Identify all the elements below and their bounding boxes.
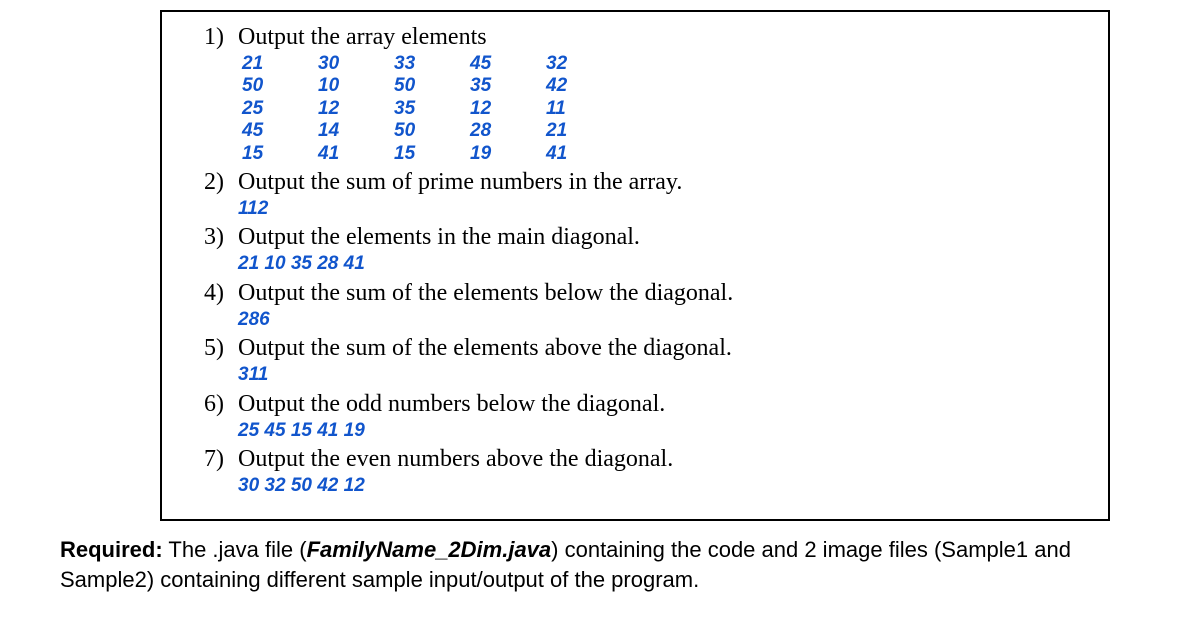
item-prompt: 4)Output the sum of the elements below t… — [192, 280, 1078, 307]
matrix-cell: 35 — [466, 75, 542, 97]
matrix-cell: 14 — [314, 120, 390, 142]
matrix-cell: 42 — [542, 75, 618, 97]
requirements-text: Required: The .java file (FamilyName_2Di… — [60, 535, 1140, 594]
matrix-cell: 30 — [314, 53, 390, 75]
item-number: 1) — [192, 24, 238, 51]
item-number: 5) — [192, 335, 238, 362]
item-number: 4) — [192, 280, 238, 307]
item-text: Output the sum of prime numbers in the a… — [238, 169, 682, 196]
matrix-cell: 35 — [390, 98, 466, 120]
item-output: 21 10 35 28 41 — [238, 253, 1078, 275]
matrix-cell: 19 — [466, 143, 542, 165]
item-prompt: 7)Output the even numbers above the diag… — [192, 446, 1078, 473]
item-output: 311 — [238, 364, 1078, 386]
matrix-cell: 50 — [238, 75, 314, 97]
footer-filename: FamilyName_2Dim.java — [307, 537, 552, 562]
matrix-cell: 28 — [466, 120, 542, 142]
item-text: Output the sum of the elements above the… — [238, 335, 732, 362]
item-text: Output the odd numbers below the diagona… — [238, 391, 665, 418]
matrix-cell: 45 — [238, 120, 314, 142]
item-number: 2) — [192, 169, 238, 196]
matrix-cell: 33 — [390, 53, 466, 75]
exercise-box: 1)Output the array elements2130334532501… — [160, 10, 1110, 521]
item-text: Output the even numbers above the diagon… — [238, 446, 673, 473]
matrix-cell: 21 — [238, 53, 314, 75]
matrix-cell: 11 — [542, 98, 618, 120]
matrix-cell: 41 — [542, 143, 618, 165]
matrix-row: 1541151941 — [238, 143, 1078, 165]
matrix-cell: 41 — [314, 143, 390, 165]
matrix-row: 5010503542 — [238, 75, 1078, 97]
item-prompt: 5)Output the sum of the elements above t… — [192, 335, 1078, 362]
matrix-cell: 50 — [390, 75, 466, 97]
matrix-row: 2130334532 — [238, 53, 1078, 75]
matrix-cell: 15 — [390, 143, 466, 165]
item-prompt: 1)Output the array elements — [192, 24, 1078, 51]
item-output: 2130334532501050354225123512114514502821… — [238, 53, 1078, 165]
matrix-cell: 25 — [238, 98, 314, 120]
matrix-row: 2512351211 — [238, 98, 1078, 120]
item-text: Output the sum of the elements below the… — [238, 280, 733, 307]
required-label: Required: — [60, 537, 163, 562]
matrix-cell: 45 — [466, 53, 542, 75]
item-number: 6) — [192, 391, 238, 418]
item-prompt: 3)Output the elements in the main diagon… — [192, 224, 1078, 251]
item-text: Output the elements in the main diagonal… — [238, 224, 640, 251]
items-container: 1)Output the array elements2130334532501… — [192, 24, 1078, 497]
matrix-cell: 10 — [314, 75, 390, 97]
item-output: 25 45 15 41 19 — [238, 420, 1078, 442]
matrix-cell: 15 — [238, 143, 314, 165]
item-text: Output the array elements — [238, 24, 487, 51]
matrix-cell: 50 — [390, 120, 466, 142]
item-prompt: 6)Output the odd numbers below the diago… — [192, 391, 1078, 418]
matrix-cell: 12 — [314, 98, 390, 120]
item-number: 3) — [192, 224, 238, 251]
item-prompt: 2)Output the sum of prime numbers in the… — [192, 169, 1078, 196]
matrix-cell: 21 — [542, 120, 618, 142]
item-output: 286 — [238, 309, 1078, 331]
item-output: 112 — [238, 198, 1078, 220]
matrix-cell: 32 — [542, 53, 618, 75]
matrix-row: 4514502821 — [238, 120, 1078, 142]
footer-part1: The .java file ( — [163, 537, 307, 562]
item-number: 7) — [192, 446, 238, 473]
item-output: 30 32 50 42 12 — [238, 475, 1078, 497]
matrix-cell: 12 — [466, 98, 542, 120]
